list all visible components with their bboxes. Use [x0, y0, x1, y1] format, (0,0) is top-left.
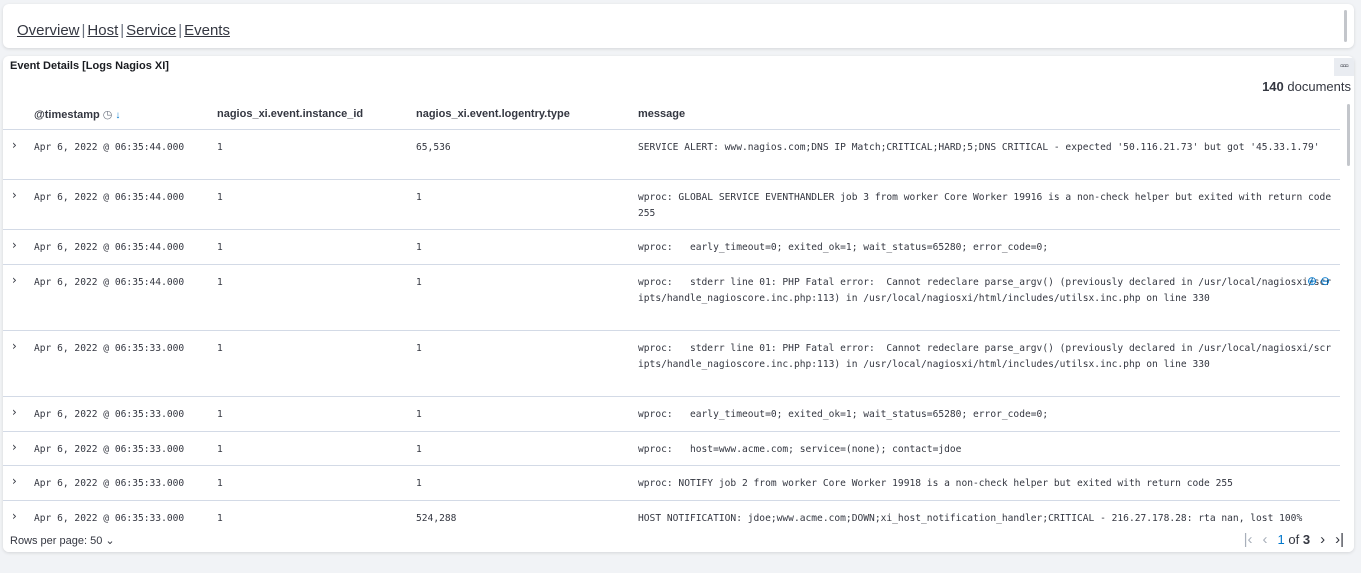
cell-timestamp: Apr 6, 2022 @ 06:35:44.000 [34, 142, 185, 153]
cell-message: wproc: stderr line 01: PHP Fatal error: … [638, 277, 1332, 304]
column-header-logentry-type[interactable]: nagios_xi.event.logentry.type [416, 108, 570, 120]
expand-row-icon[interactable]: › [12, 440, 17, 454]
expand-row-icon[interactable]: › [12, 273, 17, 287]
row-filter-actions: ⊕⊖ [1307, 274, 1333, 288]
cell-timestamp: Apr 6, 2022 @ 06:35:33.000 [34, 444, 185, 455]
cell-instance-id: 1 [217, 343, 223, 354]
cell-logentry-type: 524,288 [416, 513, 457, 524]
column-header-message[interactable]: message [638, 108, 685, 120]
clock-icon: ◷ [102, 109, 113, 121]
nav-link-host[interactable]: Host [87, 22, 118, 39]
cell-logentry-type: 65,536 [416, 142, 451, 153]
table-row: › Apr 6, 2022 @ 06:35:33.000 1 1 wproc: … [3, 432, 1340, 466]
cell-instance-id: 1 [217, 478, 223, 489]
cell-instance-id: 1 [217, 444, 223, 455]
table-row: › Apr 6, 2022 @ 06:35:44.000 1 1 wproc: … [3, 180, 1340, 230]
column-header-label: @timestamp [34, 109, 100, 121]
expand-row-icon[interactable]: › [12, 339, 17, 353]
table-row: › Apr 6, 2022 @ 06:35:44.000 1 1 wproc: … [3, 265, 1340, 331]
nav-separator: | [81, 22, 86, 39]
nav-separator: | [120, 22, 125, 39]
cell-logentry-type: 1 [416, 277, 422, 288]
sort-descending-icon[interactable]: ↓ [115, 110, 120, 121]
cell-message: wproc: NOTIFY job 2 from worker Core Wor… [638, 478, 1233, 489]
column-header-timestamp[interactable]: @timestamp ◷ ↓ [34, 108, 120, 121]
nav-link-service[interactable]: Service [126, 22, 176, 39]
cell-logentry-type: 1 [416, 478, 422, 489]
table-footer: Rows per page: 50 ⌄ |‹ ‹ 1 of 3 › ›| [3, 530, 1354, 552]
navigation-panel: Overview | Host | Service | Events [3, 4, 1354, 48]
cell-logentry-type: 1 [416, 192, 422, 203]
cell-logentry-type: 1 [416, 444, 422, 455]
next-page-icon[interactable]: › [1320, 531, 1325, 548]
cell-instance-id: 1 [217, 242, 223, 253]
expand-row-icon[interactable]: › [12, 474, 17, 488]
cell-timestamp: Apr 6, 2022 @ 06:35:33.000 [34, 513, 185, 524]
cell-message: wproc: stderr line 01: PHP Fatal error: … [638, 343, 1332, 370]
cell-message: wproc: host=www.acme.com; service=(none)… [638, 444, 962, 455]
table-row: › Apr 6, 2022 @ 06:35:44.000 1 65,536 SE… [3, 130, 1340, 180]
pagination: |‹ ‹ 1 of 3 › ›| [1244, 531, 1344, 548]
expand-row-icon[interactable]: › [12, 238, 17, 252]
nav-separator: | [178, 22, 183, 39]
column-header-instance-id[interactable]: nagios_xi.event.instance_id [217, 108, 363, 120]
nav-scrollbar[interactable] [1344, 10, 1347, 42]
nav-link-events[interactable]: Events [184, 22, 230, 39]
cell-instance-id: 1 [217, 409, 223, 420]
cell-message: wproc: early_timeout=0; exited_ok=1; wai… [638, 242, 1049, 253]
expand-row-icon[interactable]: › [12, 138, 17, 152]
cell-message: wproc: GLOBAL SERVICE EVENTHANDLER job 3… [638, 192, 1337, 219]
event-details-panel: Event Details [Logs Nagios XI] ▫▫▫ 140 d… [3, 56, 1354, 552]
cell-timestamp: Apr 6, 2022 @ 06:35:44.000 [34, 192, 185, 203]
first-page-icon[interactable]: |‹ [1244, 531, 1253, 548]
events-table: @timestamp ◷ ↓ nagios_xi.event.instance_id… [3, 100, 1340, 551]
page-of-label: of [1288, 532, 1300, 547]
cell-timestamp: Apr 6, 2022 @ 06:35:33.000 [34, 343, 185, 354]
nav-links: Overview | Host | Service | Events [17, 22, 230, 39]
filter-for-value-icon[interactable]: ⊕ [1307, 274, 1320, 288]
cell-instance-id: 1 [217, 142, 223, 153]
cell-message: SERVICE ALERT: www.nagios.com;DNS IP Mat… [638, 142, 1320, 153]
chevron-down-icon: ⌄ [105, 535, 115, 547]
filter-out-value-icon[interactable]: ⊖ [1320, 274, 1333, 288]
table-row: › Apr 6, 2022 @ 06:35:33.000 1 1 wproc: … [3, 397, 1340, 432]
table-scrollbar[interactable] [1347, 104, 1350, 166]
cell-instance-id: 1 [217, 192, 223, 203]
document-count-value: 140 [1262, 79, 1284, 94]
document-count: 140 documents [1262, 79, 1351, 94]
cell-logentry-type: 1 [416, 242, 422, 253]
cell-timestamp: Apr 6, 2022 @ 06:35:44.000 [34, 242, 185, 253]
expand-row-icon[interactable]: › [12, 188, 17, 202]
table-header: @timestamp ◷ ↓ nagios_xi.event.instance_id… [3, 100, 1340, 130]
cell-logentry-type: 1 [416, 409, 422, 420]
cell-message: HOST NOTIFICATION: jdoe;www.acme.com;DOW… [638, 513, 1303, 524]
previous-page-icon[interactable]: ‹ [1263, 531, 1268, 548]
current-page[interactable]: 1 [1278, 532, 1285, 547]
table-row: › Apr 6, 2022 @ 06:35:33.000 1 1 wproc: … [3, 331, 1340, 397]
table-row: › Apr 6, 2022 @ 06:35:44.000 1 1 wproc: … [3, 230, 1340, 265]
rows-per-page-label: Rows per page: 50 [10, 535, 103, 547]
cell-instance-id: 1 [217, 277, 223, 288]
options-icon[interactable]: ▫▫▫ [1334, 58, 1354, 76]
cell-message: wproc: early_timeout=0; exited_ok=1; wai… [638, 409, 1049, 420]
cell-instance-id: 1 [217, 513, 223, 524]
last-page-icon[interactable]: ›| [1335, 531, 1344, 548]
cell-timestamp: Apr 6, 2022 @ 06:35:33.000 [34, 409, 185, 420]
nav-link-overview[interactable]: Overview [17, 22, 80, 39]
table-row: › Apr 6, 2022 @ 06:35:33.000 1 1 wproc: … [3, 466, 1340, 501]
rows-per-page-select[interactable]: Rows per page: 50 ⌄ [10, 534, 115, 547]
cell-timestamp: Apr 6, 2022 @ 06:35:44.000 [34, 277, 185, 288]
document-count-label: documents [1287, 79, 1351, 94]
cell-logentry-type: 1 [416, 343, 422, 354]
panel-title: Event Details [Logs Nagios XI] [10, 60, 169, 72]
expand-row-icon[interactable]: › [12, 405, 17, 419]
cell-timestamp: Apr 6, 2022 @ 06:35:33.000 [34, 478, 185, 489]
expand-row-icon[interactable]: › [12, 509, 17, 523]
total-pages[interactable]: 3 [1303, 532, 1310, 547]
